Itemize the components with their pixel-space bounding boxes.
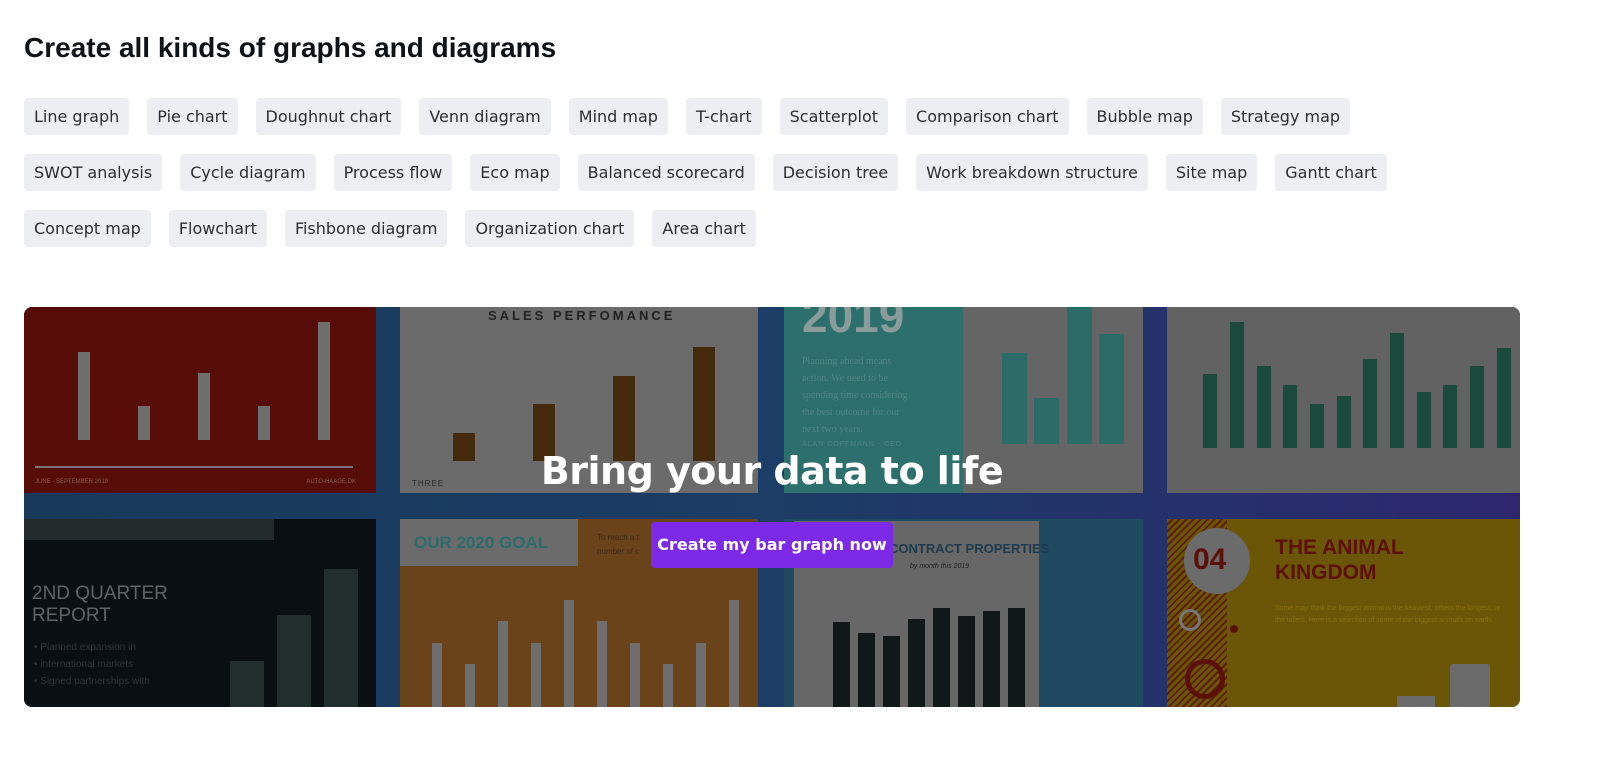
chip-mind-map[interactable]: Mind map [568, 98, 668, 135]
thumbnail-bar [983, 611, 1000, 707]
thumbnail-bar [908, 619, 925, 707]
thumbnail-bar [198, 372, 210, 440]
thumb-title: THE ANIMAL KINGDOM [1275, 536, 1404, 584]
thumbnail-bar [318, 322, 330, 440]
chip-area-chart[interactable]: Area chart [652, 210, 756, 247]
hero-banner: JUNE - SEPTEMBER 2019 AUTO-HAAGE.DK SALE… [24, 307, 1520, 707]
thumbnail-bar [662, 664, 673, 707]
chip-decision-tree[interactable]: Decision tree [772, 154, 899, 191]
thumbnail-bar [1443, 385, 1458, 448]
thumbnail-quarter-report: 2ND QUARTER REPORT • Planned expansion i… [24, 519, 376, 707]
chip-t-chart[interactable]: T-chart [685, 98, 762, 135]
thumbnail-bar [629, 642, 640, 707]
thumb-bullets: • Planned expansion in • international m… [34, 642, 150, 687]
banner-headline: Bring your data to life [540, 449, 1004, 493]
thumbnail-bar [431, 642, 442, 707]
thumbnail-bar [563, 599, 574, 707]
thumbnail-bar [1496, 347, 1511, 448]
chip-strategy-map[interactable]: Strategy map [1220, 98, 1351, 135]
thumbnail-bar [1008, 608, 1025, 707]
chip-pie-chart[interactable]: Pie chart [147, 98, 238, 135]
thumbnail-bar [258, 406, 270, 440]
chip-eco-map[interactable]: Eco map [470, 154, 560, 191]
thumb-text: Some may think the biggest animal is the… [1275, 605, 1501, 624]
chip-fishbone-diagram[interactable]: Fishbone diagram [284, 210, 448, 247]
thumbnail-bar [277, 615, 311, 707]
thumbnail-bar [78, 352, 90, 440]
chip-cycle-diagram[interactable]: Cycle diagram [180, 154, 316, 191]
thumb-text: To reach a t number of c [597, 533, 640, 556]
thumbnail-bar [883, 636, 900, 707]
thumbnail-bar [833, 622, 850, 707]
chip-site-map[interactable]: Site map [1165, 154, 1258, 191]
thumb-number: 04 [1193, 543, 1227, 576]
chip-comparison-chart[interactable]: Comparison chart [906, 98, 1069, 135]
thumbnail-bar [933, 608, 950, 707]
thumbnail-bar [530, 642, 541, 707]
thumbnail-bar [464, 664, 475, 707]
thumbnail-bar [1310, 403, 1324, 448]
chip-gantt-chart[interactable]: Gantt chart [1275, 154, 1387, 191]
thumbnail-bar [596, 621, 607, 707]
thumbnail-bar [858, 632, 875, 707]
chip-balanced-scorecard[interactable]: Balanced scorecard [577, 154, 755, 191]
chip-doughnut-chart[interactable]: Doughnut chart [255, 98, 402, 135]
thumbnail-bar [1001, 352, 1027, 444]
thumbnail-bar [1390, 333, 1404, 448]
thumbnail-bar [1336, 396, 1351, 448]
chip-flowchart[interactable]: Flowchart [168, 210, 267, 247]
thumbnail-animal-kingdom: 04 THE ANIMAL KINGDOM Some may think the… [1167, 519, 1520, 707]
page-title: Create all kinds of graphs and diagrams [24, 32, 557, 63]
thumbnail-bar [1099, 334, 1125, 444]
thumbnail-bar [728, 599, 739, 707]
thumb-title: SALES PERFOMANCE [488, 308, 676, 323]
thumb-subtitle: by month this 2019 [910, 563, 970, 570]
chip-bubble-map[interactable]: Bubble map [1086, 98, 1203, 135]
thumbnail-bar [1203, 373, 1218, 448]
thumbnail-bar [1066, 307, 1092, 444]
thumbnail-bar [138, 406, 150, 440]
thumbnail-bar [1363, 359, 1378, 448]
chart-type-chips: Line graph Pie chart Doughnut chart Venn di… [24, 98, 1464, 247]
thumbnail-bar [695, 642, 706, 707]
thumb-title: R CONTRACT PROPERTIES [876, 541, 1050, 556]
chip-concept-map[interactable]: Concept map [24, 210, 151, 247]
thumbnail-bar [693, 347, 715, 461]
create-bar-graph-button[interactable]: Create my bar graph now [651, 522, 893, 568]
thumbnail-bar [1230, 322, 1244, 448]
chip-line-graph[interactable]: Line graph [24, 98, 130, 135]
chip-work-breakdown-structure[interactable]: Work breakdown structure [916, 154, 1148, 191]
thumb-text: Planning ahead means action. We need to … [802, 356, 908, 435]
thumb-title: OUR 2020 GOAL [414, 533, 549, 552]
thumbnail-bar [1416, 392, 1431, 448]
chip-process-flow[interactable]: Process flow [333, 154, 453, 191]
thumbnail-bar [1283, 385, 1298, 448]
thumb-author: ALAN COFFMANN - CEO [802, 441, 903, 448]
chip-scatterplot[interactable]: Scatterplot [779, 98, 889, 135]
thumbnail-bar [1256, 366, 1271, 448]
thumbnail-bar [1034, 398, 1060, 444]
chip-venn-diagram[interactable]: Venn diagram [419, 98, 551, 135]
thumbnail-bar [1470, 366, 1484, 448]
thumb-year: 2019 [802, 307, 905, 342]
thumbnail-bar [958, 615, 975, 707]
thumb-title: 2ND QUARTER REPORT [32, 583, 168, 626]
thumbnail-bar [323, 569, 358, 707]
chip-organization-chart[interactable]: Organization chart [465, 210, 635, 247]
chip-swot-analysis[interactable]: SWOT analysis [24, 154, 163, 191]
thumbnail-bar [230, 661, 265, 707]
thumbnail-bar [497, 621, 508, 707]
